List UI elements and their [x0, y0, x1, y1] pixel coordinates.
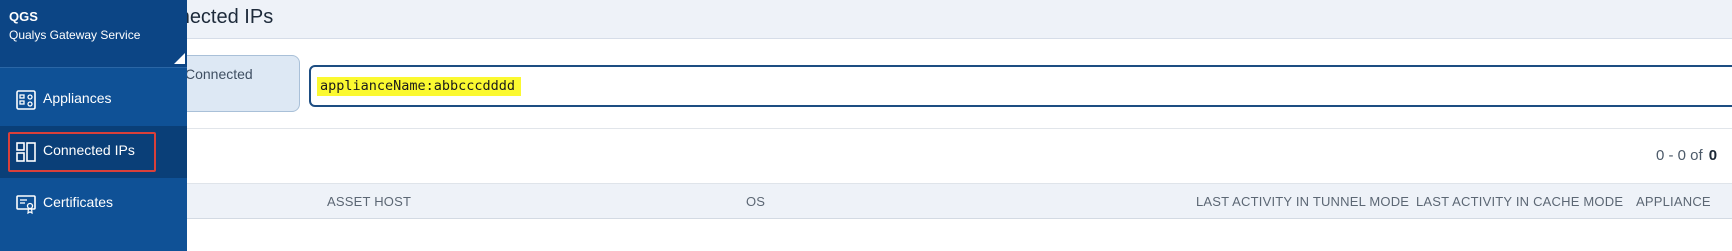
sidebar-item-appliances[interactable]: Appliances [0, 74, 187, 126]
table-header: ASSET HOST OS LAST ACTIVITY IN TUNNEL MO… [0, 183, 1732, 219]
filter-card-label: Connected [185, 66, 253, 82]
sidebar: QGS Qualys Gateway Service Appliances Co… [0, 0, 187, 251]
pagination-range: 0 - 0 of [1656, 147, 1703, 164]
pagination-total: 0 [1708, 147, 1718, 164]
brand-header[interactable]: QGS Qualys Gateway Service [0, 0, 187, 68]
column-header-asset-host[interactable]: ASSET HOST [327, 194, 411, 209]
column-header-last-activity-tunnel[interactable]: LAST ACTIVITY IN TUNNEL MODE [1196, 194, 1409, 209]
brand-name: QGS [9, 9, 38, 24]
search-input[interactable]: applianceName:abbcccdddd [309, 65, 1732, 107]
sidebar-item-certificates[interactable]: Certificates [0, 178, 187, 230]
active-item-outline [8, 132, 156, 172]
sidebar-item-label: Appliances [43, 90, 112, 106]
column-header-os[interactable]: OS [746, 194, 765, 209]
sidebar-item-label: Certificates [43, 194, 114, 210]
pagination-info: 0 - 0 of 0 [1656, 147, 1717, 164]
column-header-last-activity-cache[interactable]: LAST ACTIVITY IN CACHE MODE [1416, 194, 1623, 209]
brand-subtitle: Qualys Gateway Service [9, 28, 141, 42]
divider [187, 128, 1732, 129]
connected-ips-page: Connected IPs Connected applianceName:ab… [0, 0, 1732, 251]
appliances-icon [16, 90, 36, 110]
certificates-icon [16, 195, 36, 215]
collapse-corner-icon[interactable] [174, 53, 185, 64]
search-query-token: applianceName:abbcccdddd [317, 77, 522, 96]
page-header: Connected IPs [0, 0, 1732, 39]
column-header-appliance[interactable]: APPLIANCE [1636, 194, 1711, 209]
